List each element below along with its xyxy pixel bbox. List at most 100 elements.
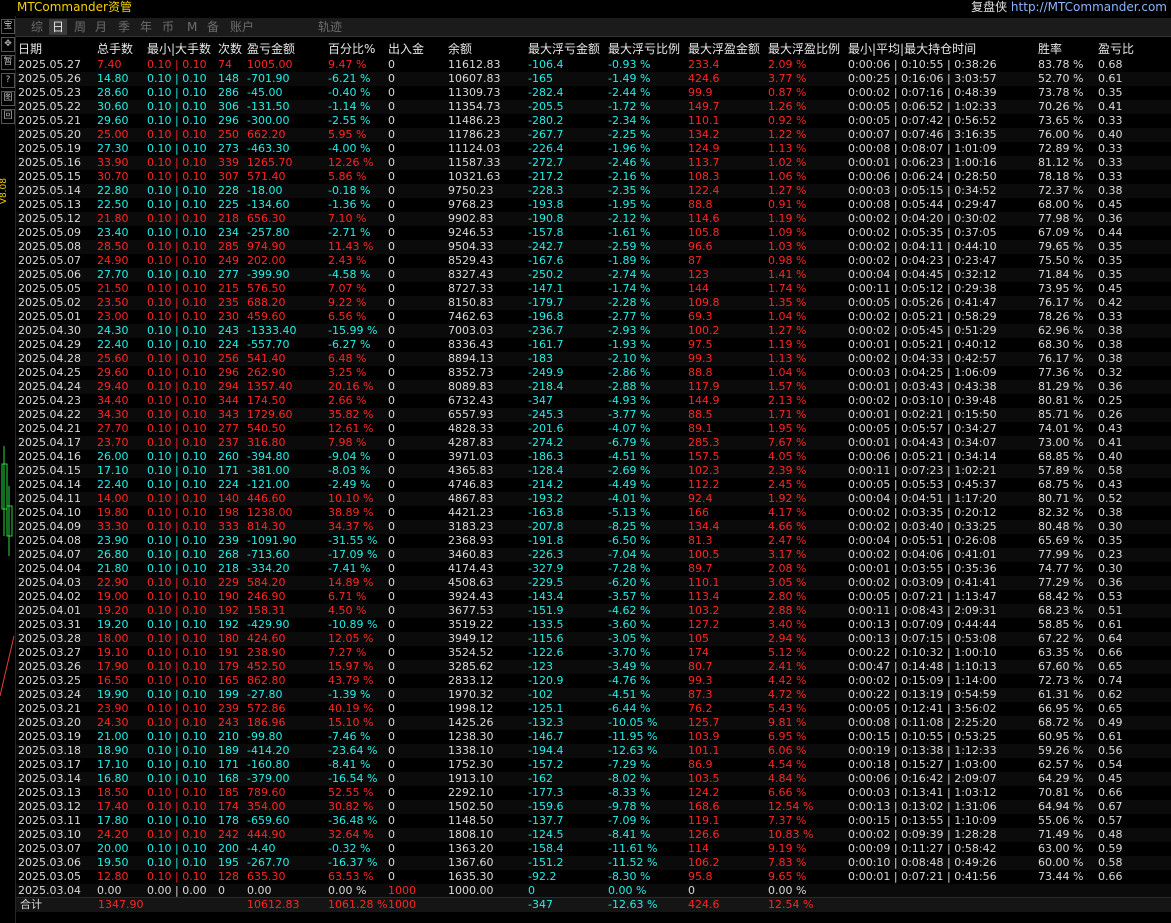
table-row[interactable]: 2025.03.06 19.50 0.10 | 0.10 195 -267.70 -16.… — [16, 856, 1171, 870]
table-row[interactable]: 2025.04.17 23.70 0.10 | 0.10 237 316.80 7.98 … — [16, 436, 1171, 450]
table-row[interactable]: 2025.05.13 22.50 0.10 | 0.10 225 -134.60 -1.3… — [16, 198, 1171, 212]
tab-3[interactable]: 月 — [92, 19, 110, 35]
column-header-pnl-percent[interactable]: 百分比% — [328, 42, 375, 56]
table-row[interactable]: 2025.05.01 23.00 0.10 | 0.10 230 459.60 6.56 … — [16, 310, 1171, 324]
table-row[interactable]: 2025.05.08 28.50 0.10 | 0.10 285 974.90 11.43… — [16, 240, 1171, 254]
table-row[interactable]: 2025.05.22 30.60 0.10 | 0.10 306 -131.50 -1.1… — [16, 100, 1171, 114]
table-row[interactable]: 2025.04.15 17.10 0.10 | 0.10 171 -381.00 -8.0… — [16, 464, 1171, 478]
column-header-max-floating-loss[interactable]: 最大浮亏金额 — [528, 42, 600, 56]
table-row[interactable]: 2025.04.23 34.40 0.10 | 0.10 344 174.50 2.66 … — [16, 394, 1171, 408]
table-row[interactable]: 2025.04.03 22.90 0.10 | 0.10 229 584.20 14.89… — [16, 576, 1171, 590]
table-row[interactable]: 2025.05.15 30.70 0.10 | 0.10 307 571.40 5.86 … — [16, 170, 1171, 184]
column-header-max-floating-profit[interactable]: 最大浮盈金额 — [688, 42, 760, 56]
table-row[interactable]: 2025.03.07 20.00 0.10 | 0.10 200 -4.40 -0.32 … — [16, 842, 1171, 856]
tab-7[interactable]: M — [184, 19, 200, 35]
table-row[interactable]: 2025.04.02 19.00 0.10 | 0.10 190 246.90 6.71 … — [16, 590, 1171, 604]
table-row[interactable]: 2025.04.28 25.60 0.10 | 0.10 256 541.40 6.48 … — [16, 352, 1171, 366]
column-header-hold-time[interactable]: 最小|平均|最大持仓时间 — [848, 42, 976, 56]
table-row[interactable]: 2025.04.10 19.80 0.10 | 0.10 198 1238.00 38.8… — [16, 506, 1171, 520]
table-row[interactable]: 2025.03.04 0.00 0.00 | 0.00 0 0.00 0.00 % 1000… — [16, 884, 1171, 898]
table-row[interactable]: 2025.05.19 27.30 0.10 | 0.10 273 -463.30 -4.0… — [16, 142, 1171, 156]
table-row[interactable]: 2025.05.26 14.80 0.10 | 0.10 148 -701.90 -6.2… — [16, 72, 1171, 86]
table-row[interactable]: 2025.05.02 23.50 0.10 | 0.10 235 688.20 9.22 … — [16, 296, 1171, 310]
table-row[interactable]: 2025.03.24 19.90 0.10 | 0.10 199 -27.80 -1.39… — [16, 688, 1171, 702]
column-header-total-lots[interactable]: 总手数 — [97, 42, 133, 56]
table-row[interactable]: 2025.04.22 34.30 0.10 | 0.10 343 1729.60 35.8… — [16, 408, 1171, 422]
cell-trade-count: 210 — [218, 730, 239, 743]
table-row[interactable]: 2025.04.14 22.40 0.10 | 0.10 224 -121.00 -2.4… — [16, 478, 1171, 492]
table-row[interactable]: 2025.03.11 17.80 0.10 | 0.10 178 -659.60 -36.… — [16, 814, 1171, 828]
column-header-trade-count[interactable]: 次数 — [218, 42, 242, 56]
column-header-profit-loss-ratio[interactable]: 盈亏比 — [1098, 42, 1134, 56]
table-row[interactable]: 2025.04.16 26.00 0.10 | 0.10 260 -394.80 -9.0… — [16, 450, 1171, 464]
website-url[interactable]: http://MTCommander.com — [1011, 0, 1167, 14]
column-header-pnl-amount[interactable]: 盈亏金额 — [247, 42, 295, 56]
tab-6[interactable]: 币 — [159, 19, 177, 35]
table-row[interactable]: 2025.03.05 12.80 0.10 | 0.10 128 635.30 63.53… — [16, 870, 1171, 884]
table-row[interactable]: 2025.03.21 23.90 0.10 | 0.10 239 572.86 40.19… — [16, 702, 1171, 716]
tab-2[interactable]: 周 — [71, 19, 89, 35]
table-row[interactable]: 2025.03.14 16.80 0.10 | 0.10 168 -379.00 -16.… — [16, 772, 1171, 786]
table-row[interactable]: 2025.04.08 23.90 0.10 | 0.10 239 -1091.90 -31… — [16, 534, 1171, 548]
table-row[interactable]: 2025.04.29 22.40 0.10 | 0.10 224 -557.70 -6.2… — [16, 338, 1171, 352]
table-row[interactable]: 2025.05.16 33.90 0.10 | 0.10 339 1265.70 12.2… — [16, 156, 1171, 170]
column-header-deposit-withdraw[interactable]: 出入金 — [388, 42, 424, 56]
column-header-date[interactable]: 日期 — [18, 42, 42, 56]
table-row[interactable]: 2025.04.07 26.80 0.10 | 0.10 268 -713.60 -17.… — [16, 548, 1171, 562]
toolbar-icon-1[interactable]: ✥ — [1, 37, 15, 52]
cell-profit-loss-ratio: 0.45 — [1098, 772, 1123, 785]
table-row[interactable]: 2025.04.25 29.60 0.10 | 0.10 296 262.90 3.25 … — [16, 366, 1171, 380]
toolbar-icon-5[interactable]: 回 — [1, 109, 15, 124]
table-row[interactable]: 2025.05.09 23.40 0.10 | 0.10 234 -257.80 -2.7… — [16, 226, 1171, 240]
table-row[interactable]: 2025.03.12 17.40 0.10 | 0.10 174 354.00 30.82… — [16, 800, 1171, 814]
tab-5[interactable]: 年 — [137, 19, 155, 35]
toolbar-icon-2[interactable]: 暂 — [1, 55, 15, 70]
table-row[interactable]: 2025.05.12 21.80 0.10 | 0.10 218 656.30 7.10 … — [16, 212, 1171, 226]
tab-1[interactable]: 日 — [49, 19, 68, 35]
column-header-balance[interactable]: 余额 — [448, 42, 472, 56]
cell-win-rate: 76.00 % — [1038, 128, 1084, 141]
tab-10[interactable]: 轨迹 — [315, 19, 345, 35]
column-header-min-max-lots[interactable]: 最小|大手数 — [147, 42, 211, 56]
toolbar-icon-0[interactable]: 宝 — [1, 19, 15, 34]
table-row[interactable]: 2025.03.17 17.10 0.10 | 0.10 171 -160.80 -8.4… — [16, 758, 1171, 772]
replay-link[interactable]: 复盘侠 http://MTCommander.com — [971, 0, 1167, 15]
column-header-win-rate[interactable]: 胜率 — [1038, 42, 1062, 56]
table-row[interactable]: 2025.03.20 24.30 0.10 | 0.10 243 186.96 15.10… — [16, 716, 1171, 730]
table-row[interactable]: 2025.04.11 14.00 0.10 | 0.10 140 446.60 10.10… — [16, 492, 1171, 506]
table-row[interactable]: 2025.04.21 27.70 0.10 | 0.10 277 540.50 12.61… — [16, 422, 1171, 436]
table-row[interactable]: 2025.05.20 25.00 0.10 | 0.10 250 662.20 5.95 … — [16, 128, 1171, 142]
table-row[interactable]: 2025.04.09 33.30 0.10 | 0.10 333 814.30 34.37… — [16, 520, 1171, 534]
toolbar-icon-4[interactable]: 图 — [1, 91, 15, 106]
table-row[interactable]: 2025.03.10 24.20 0.10 | 0.10 242 444.90 32.64… — [16, 828, 1171, 842]
column-header-max-floating-profit-pct[interactable]: 最大浮盈比例 — [768, 42, 840, 56]
tab-9[interactable]: 账户 — [227, 19, 257, 35]
tab-0[interactable]: 综 — [28, 19, 46, 35]
cell-trade-count: 215 — [218, 282, 239, 295]
table-row[interactable]: 2025.03.27 19.10 0.10 | 0.10 191 238.90 7.27 … — [16, 646, 1171, 660]
table-row[interactable]: 2025.05.05 21.50 0.10 | 0.10 215 576.50 7.07 … — [16, 282, 1171, 296]
table-row[interactable]: 2025.05.27 7.40 0.10 | 0.10 74 1005.00 9.47 %… — [16, 58, 1171, 72]
table-row[interactable]: 2025.05.07 24.90 0.10 | 0.10 249 202.00 2.43 … — [16, 254, 1171, 268]
table-row[interactable]: 2025.03.25 16.50 0.10 | 0.10 165 862.80 43.79… — [16, 674, 1171, 688]
tab-4[interactable]: 季 — [115, 19, 133, 35]
table-row[interactable]: 2025.03.31 19.20 0.10 | 0.10 192 -429.90 -10.… — [16, 618, 1171, 632]
table-row[interactable]: 2025.03.13 18.50 0.10 | 0.10 185 789.60 52.55… — [16, 786, 1171, 800]
tab-8[interactable]: 备 — [204, 19, 222, 35]
table-row[interactable]: 2025.03.19 21.00 0.10 | 0.10 210 -99.80 -7.46… — [16, 730, 1171, 744]
toolbar-icon-3[interactable]: ? — [1, 73, 15, 88]
table-row[interactable]: 2025.05.14 22.80 0.10 | 0.10 228 -18.00 -0.18… — [16, 184, 1171, 198]
cell-win-rate: 71.49 % — [1038, 828, 1084, 841]
table-row[interactable]: 2025.03.26 17.90 0.10 | 0.10 179 452.50 15.97… — [16, 660, 1171, 674]
table-row[interactable]: 2025.05.21 29.60 0.10 | 0.10 296 -300.00 -2.5… — [16, 114, 1171, 128]
table-row[interactable]: 2025.03.18 18.90 0.10 | 0.10 189 -414.20 -23.… — [16, 744, 1171, 758]
table-row[interactable]: 2025.04.30 24.30 0.10 | 0.10 243 -1333.40 -15… — [16, 324, 1171, 338]
table-row[interactable]: 2025.03.28 18.00 0.10 | 0.10 180 424.60 12.05… — [16, 632, 1171, 646]
cell-max-floating-profit-pct: 4.84 % — [768, 772, 807, 785]
column-header-max-floating-loss-pct[interactable]: 最大浮亏比例 — [608, 42, 680, 56]
table-row[interactable]: 2025.05.23 28.60 0.10 | 0.10 286 -45.00 -0.40… — [16, 86, 1171, 100]
table-row[interactable]: 2025.05.06 27.70 0.10 | 0.10 277 -399.90 -4.5… — [16, 268, 1171, 282]
table-row[interactable]: 2025.04.24 29.40 0.10 | 0.10 294 1357.40 20.1… — [16, 380, 1171, 394]
table-row[interactable]: 2025.04.04 21.80 0.10 | 0.10 218 -334.20 -7.4… — [16, 562, 1171, 576]
table-row[interactable]: 2025.04.01 19.20 0.10 | 0.10 192 158.31 4.50 … — [16, 604, 1171, 618]
